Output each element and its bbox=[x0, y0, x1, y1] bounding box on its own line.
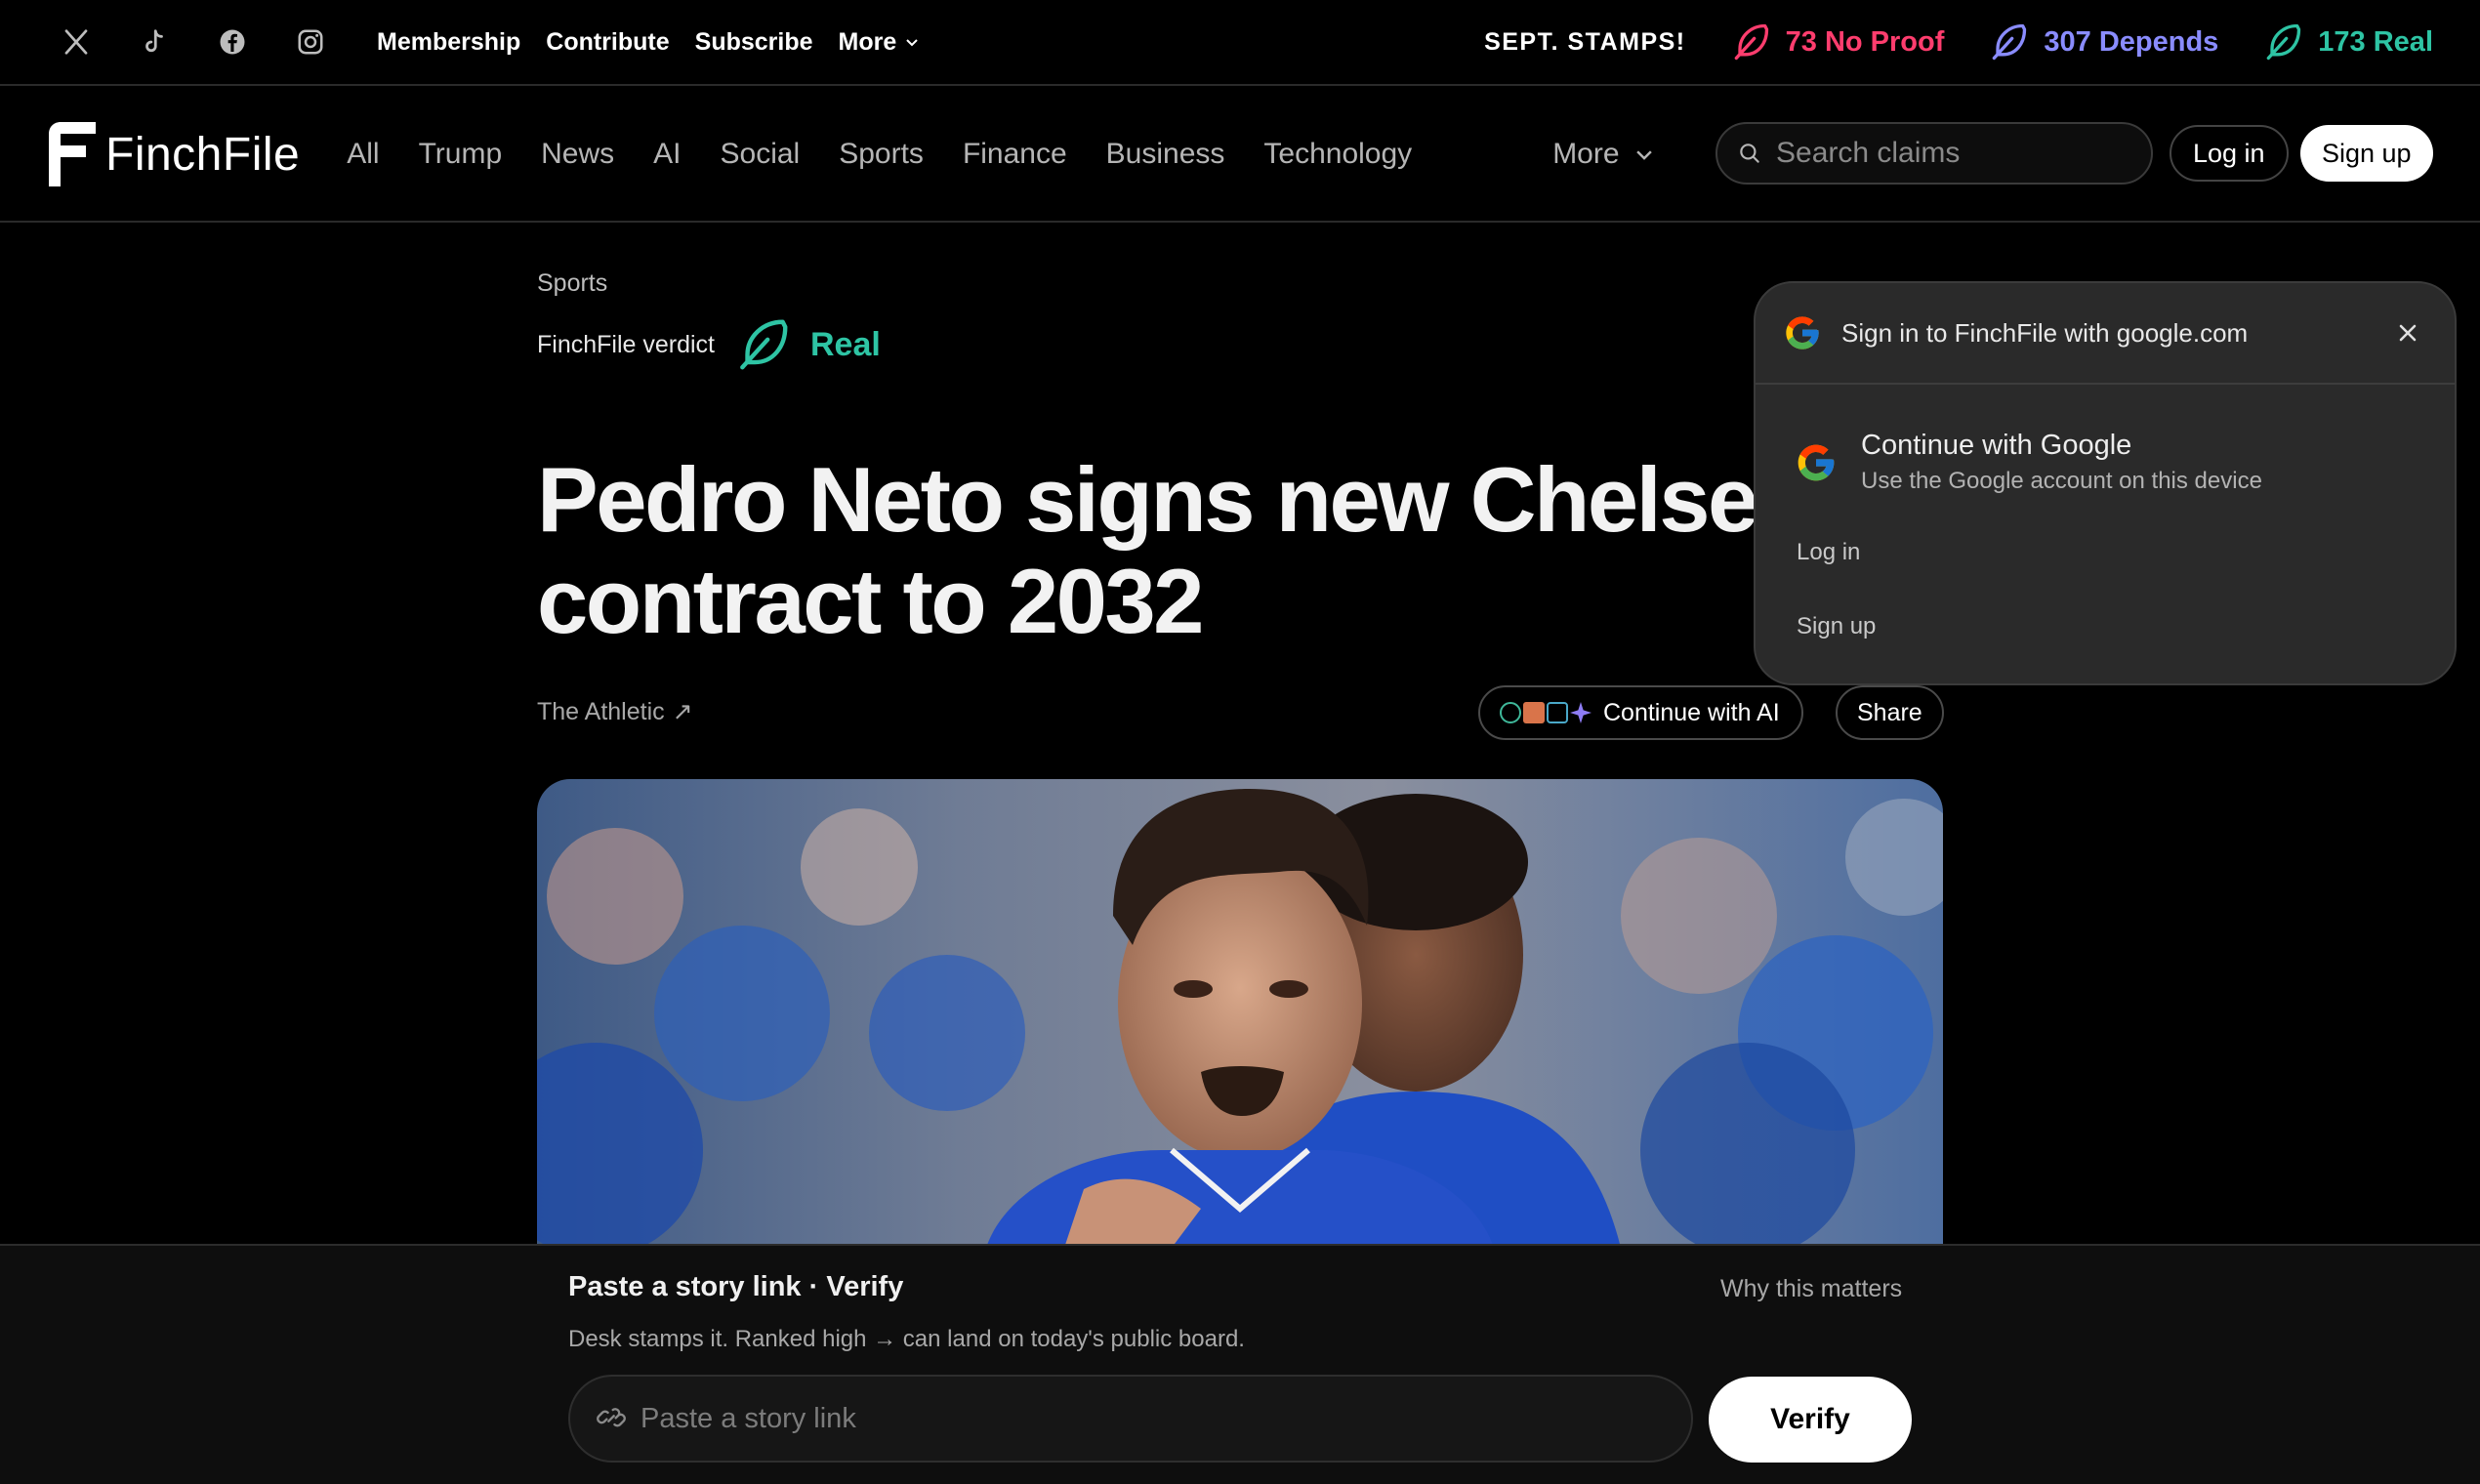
article-headline: Pedro Neto signs new Chelsea contract to… bbox=[537, 449, 1826, 652]
google-popup-header: Sign in to FinchFile with google.com bbox=[1756, 283, 2455, 385]
ai-provider-icons bbox=[1500, 702, 1591, 723]
chevron-down-icon bbox=[906, 39, 918, 47]
stat-real-label: 173 Real bbox=[2318, 25, 2433, 58]
gemini-icon bbox=[1570, 702, 1591, 723]
chevron-down-icon bbox=[1635, 150, 1652, 160]
story-link-input[interactable] bbox=[641, 1402, 1617, 1435]
stat-no-proof-label: 73 No Proof bbox=[1785, 25, 1945, 58]
nav-more-menu[interactable]: More bbox=[1552, 138, 1654, 171]
stamps-label: SEPT. STAMPS! bbox=[1484, 27, 1686, 56]
nav-item-trump[interactable]: Trump bbox=[419, 138, 503, 171]
verdict-row: FinchFile verdict Real bbox=[537, 314, 881, 375]
nav-item-business[interactable]: Business bbox=[1106, 138, 1225, 171]
google-signin-popup: Sign in to FinchFile with google.com Con… bbox=[1754, 281, 2457, 685]
nav-item-news[interactable]: News bbox=[541, 138, 614, 171]
contribute-link[interactable]: Contribute bbox=[546, 28, 669, 57]
top-more-label: More bbox=[838, 27, 897, 56]
top-links: Membership Contribute Subscribe More bbox=[377, 28, 920, 57]
feather-icon bbox=[2266, 23, 2301, 61]
stamp-stats: SEPT. STAMPS! 73 No Proof 307 Depends 17… bbox=[1484, 21, 2433, 63]
membership-link[interactable]: Membership bbox=[377, 28, 520, 57]
subscribe-link[interactable]: Subscribe bbox=[695, 28, 813, 57]
google-icon bbox=[1786, 316, 1819, 350]
nav-item-social[interactable]: Social bbox=[721, 138, 801, 171]
stat-no-proof[interactable]: 73 No Proof bbox=[1729, 21, 1945, 63]
nav-item-technology[interactable]: Technology bbox=[1263, 138, 1412, 171]
external-link-icon: ↗ bbox=[672, 698, 693, 725]
facebook-icon[interactable] bbox=[215, 24, 250, 60]
perplexity-icon bbox=[1547, 702, 1568, 723]
google-popup-signup[interactable]: Sign up bbox=[1797, 613, 1876, 640]
source-link[interactable]: The Athletic ↗ bbox=[537, 697, 693, 726]
continue-with-ai-label: Continue with AI bbox=[1603, 698, 1780, 726]
continue-with-google-option[interactable]: Continue with Google Use the Google acco… bbox=[1795, 430, 2262, 495]
search-input[interactable] bbox=[1776, 137, 2128, 170]
verify-button[interactable]: Verify bbox=[1709, 1377, 1912, 1463]
verify-bar: Paste a story link · Verify Why this mat… bbox=[0, 1244, 2480, 1484]
social-links bbox=[59, 24, 328, 60]
x-icon[interactable] bbox=[59, 24, 94, 60]
google-icon bbox=[1798, 444, 1835, 480]
instagram-icon[interactable] bbox=[293, 24, 328, 60]
nav-more-label: More bbox=[1552, 138, 1620, 170]
top-more-menu[interactable]: More bbox=[839, 28, 921, 57]
nav-item-ai[interactable]: AI bbox=[653, 138, 681, 171]
logo[interactable]: FinchFile bbox=[47, 120, 300, 188]
tiktok-icon[interactable] bbox=[137, 24, 172, 60]
feather-icon bbox=[1734, 23, 1768, 61]
anthropic-icon bbox=[1523, 702, 1545, 723]
source-name: The Athletic bbox=[537, 697, 665, 725]
nav-item-all[interactable]: All bbox=[347, 138, 379, 171]
continue-with-ai-button[interactable]: Continue with AI bbox=[1478, 685, 1803, 740]
why-this-matters-link[interactable]: Why this matters bbox=[1720, 1275, 1902, 1303]
category-nav: All Trump News AI Social Sports Finance … bbox=[347, 138, 1412, 171]
headline-line-1: Pedro Neto signs new Chelsea bbox=[537, 448, 1807, 551]
link-icon bbox=[597, 1408, 626, 1427]
chatgpt-icon bbox=[1500, 702, 1521, 723]
google-popup-title: Sign in to FinchFile with google.com bbox=[1841, 317, 2249, 348]
verify-bar-subtitle: Desk stamps it. Ranked high → can land o… bbox=[568, 1326, 1245, 1352]
page: Membership Contribute Subscribe More SEP… bbox=[0, 0, 2480, 1484]
logo-text: FinchFile bbox=[105, 128, 301, 181]
main-nav: FinchFile All Trump News AI Social Sport… bbox=[0, 88, 2480, 223]
signup-button[interactable]: Sign up bbox=[2300, 125, 2433, 182]
google-popup-login[interactable]: Log in bbox=[1797, 539, 1860, 566]
close-icon[interactable] bbox=[2388, 313, 2427, 352]
search-box[interactable] bbox=[1715, 122, 2153, 185]
stat-depends[interactable]: 307 Depends bbox=[1987, 21, 2218, 63]
nav-item-sports[interactable]: Sports bbox=[839, 138, 924, 171]
stat-depends-label: 307 Depends bbox=[2044, 25, 2219, 58]
feather-icon bbox=[1993, 23, 2027, 61]
nav-item-finance[interactable]: Finance bbox=[963, 138, 1067, 171]
utility-bar: Membership Contribute Subscribe More SEP… bbox=[0, 0, 2480, 86]
feather-icon bbox=[740, 319, 788, 370]
share-button[interactable]: Share bbox=[1836, 685, 1944, 740]
login-button[interactable]: Log in bbox=[2170, 125, 2289, 182]
article-category: Sports bbox=[537, 269, 608, 297]
story-link-field[interactable] bbox=[568, 1375, 1693, 1463]
article-hero-image bbox=[537, 779, 1943, 1248]
verdict-value: Real bbox=[810, 325, 881, 363]
verify-bar-title: Paste a story link · Verify bbox=[568, 1271, 904, 1302]
headline-line-2: contract to 2032 bbox=[537, 550, 1204, 652]
verdict-label: FinchFile verdict bbox=[537, 330, 715, 358]
stat-real[interactable]: 173 Real bbox=[2261, 21, 2433, 63]
continue-with-google-text: Continue with Google Use the Google acco… bbox=[1861, 430, 2262, 495]
search-icon bbox=[1740, 144, 1759, 163]
continue-with-google-title: Continue with Google bbox=[1861, 430, 2132, 461]
continue-with-google-subtitle: Use the Google account on this device bbox=[1861, 468, 2262, 494]
logo-mark-icon bbox=[49, 122, 96, 186]
